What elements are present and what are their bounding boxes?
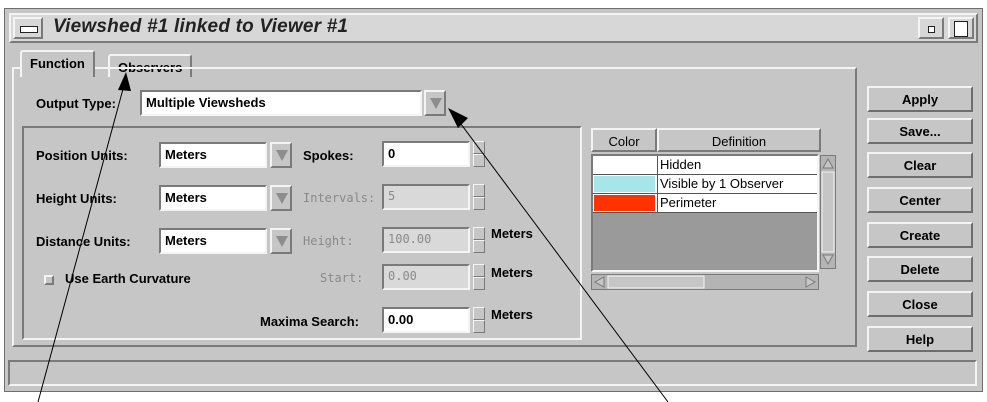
height-input: 100.00 (382, 227, 470, 253)
maxima-search-stepper[interactable] (473, 307, 485, 333)
color-swatch[interactable] (594, 176, 655, 192)
spokes-label: Spokes: (303, 148, 354, 163)
intervals-input: 5 (382, 184, 470, 210)
height-units-field[interactable]: Meters (159, 185, 267, 211)
row-definition: Visible by 1 Observer (657, 175, 783, 194)
maximize-icon[interactable] (948, 17, 974, 39)
close-button[interactable]: Close (867, 291, 973, 317)
table-row[interactable]: Hidden (593, 156, 817, 175)
position-units-dropdown-icon[interactable] (270, 142, 292, 168)
intervals-label: Intervals: (303, 191, 376, 205)
output-type-label: Output Type: (36, 96, 116, 111)
position-units-label: Position Units: (36, 148, 128, 163)
status-bar (8, 360, 977, 386)
center-button[interactable]: Center (867, 187, 973, 213)
color-column-header[interactable]: Color (591, 128, 657, 152)
window-menu-icon[interactable] (13, 17, 43, 39)
minimize-icon[interactable] (918, 17, 944, 39)
maxima-unit-label: Meters (491, 307, 533, 322)
tab-function[interactable]: Function (20, 50, 95, 77)
start-label: Start: (320, 271, 364, 285)
distance-units-dropdown-icon[interactable] (270, 228, 292, 254)
title-bar[interactable]: Viewshed #1 linked to Viewer #1 (9, 13, 978, 43)
table-horizontal-scrollbar[interactable] (591, 274, 819, 290)
height-label: Height: (303, 234, 354, 248)
color-definition-table: Color Definition Hidden Visible by 1 Obs… (591, 128, 836, 292)
table-row[interactable]: Perimeter (593, 194, 817, 213)
clear-button[interactable]: Clear (867, 152, 973, 178)
height-units-label: Height Units: (36, 191, 117, 206)
maxima-search-input[interactable]: 0.00 (382, 307, 470, 333)
table-vertical-scrollbar[interactable] (820, 155, 836, 269)
spokes-stepper[interactable] (473, 141, 485, 167)
height-units-dropdown-icon[interactable] (270, 185, 292, 211)
start-stepper (473, 264, 485, 290)
distance-units-field[interactable]: Meters (159, 228, 267, 254)
position-units-field[interactable]: Meters (159, 142, 267, 168)
earth-curvature-checkbox[interactable] (44, 275, 54, 285)
help-button[interactable]: Help (867, 326, 973, 352)
table-row[interactable]: Visible by 1 Observer (593, 175, 817, 194)
delete-button[interactable]: Delete (867, 256, 973, 282)
output-type-field[interactable]: Multiple Viewsheds (140, 90, 422, 116)
start-unit-label: Meters (491, 265, 533, 280)
earth-curvature-label: Use Earth Curvature (65, 271, 191, 286)
output-type-dropdown-icon[interactable] (424, 90, 446, 116)
color-swatch[interactable] (594, 195, 655, 211)
height-stepper (473, 227, 485, 253)
intervals-stepper (473, 184, 485, 210)
row-definition: Perimeter (657, 194, 716, 213)
apply-button[interactable]: Apply (867, 86, 973, 112)
row-definition: Hidden (657, 156, 701, 175)
create-button[interactable]: Create (867, 222, 973, 248)
maxima-search-label: Maxima Search: (260, 314, 359, 329)
color-swatch[interactable] (594, 157, 655, 173)
start-input: 0.00 (382, 264, 470, 290)
spokes-input[interactable]: 0 (382, 141, 470, 167)
distance-units-label: Distance Units: (36, 234, 131, 249)
window-title: Viewshed #1 linked to Viewer #1 (53, 16, 349, 37)
height-unit-label: Meters (491, 226, 533, 241)
table-body: Hidden Visible by 1 Observer Perimeter (591, 154, 819, 272)
save-button[interactable]: Save... (867, 118, 973, 144)
definition-column-header[interactable]: Definition (657, 128, 821, 152)
